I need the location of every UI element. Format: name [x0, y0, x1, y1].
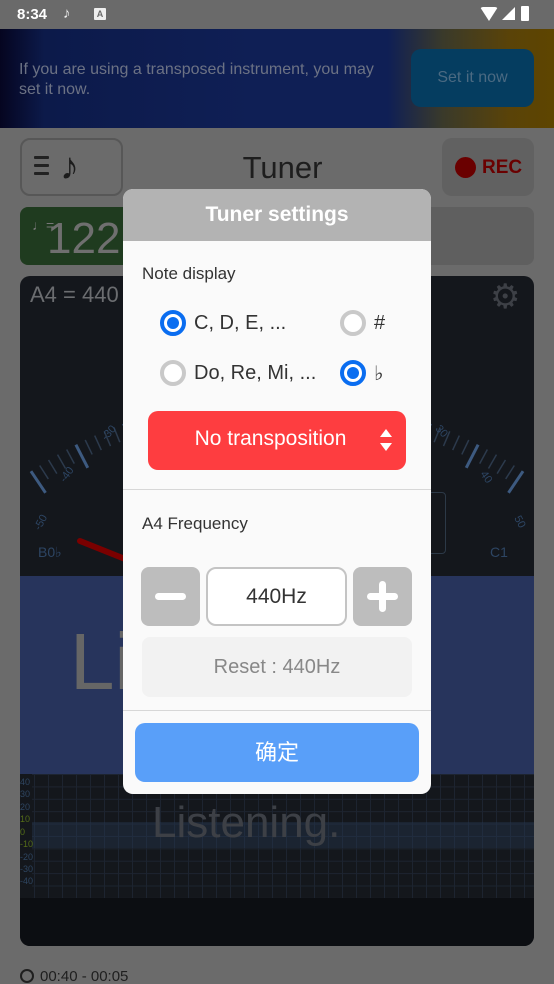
a4-frequency-label: A4 Frequency [142, 514, 248, 533]
gauge-tick [507, 470, 525, 494]
graph-y-axis: 40 30 20 10 0 -10 -20 -30 -40 [20, 774, 34, 898]
radio-solfege-label: Do, Re, Mi, ... [194, 361, 317, 384]
session-timer: 00:40 - 00:05 [20, 968, 128, 984]
gauge-tick [452, 435, 461, 451]
frequency-input[interactable]: 440Hz [206, 567, 347, 626]
gauge-tick [461, 439, 470, 455]
gauge-tick [65, 449, 75, 464]
increase-frequency-button[interactable] [353, 567, 412, 626]
gauge-label-right-40: 40 [478, 469, 495, 486]
note-display-label: Note display [142, 264, 236, 283]
timer-value: 00:40 - 00:05 [40, 968, 129, 984]
tuner-settings-dialog: Tuner settings Note display C, D, E, ...… [123, 189, 431, 794]
gauge-tick [496, 459, 507, 475]
gauge-tick [84, 439, 93, 455]
plus-icon [379, 581, 386, 612]
radio-flat-label: ♭ [374, 362, 384, 385]
updown-arrows-icon [380, 429, 394, 451]
upper-note-label: C1 [490, 544, 508, 560]
decrease-frequency-button[interactable] [141, 567, 200, 626]
listening-status-graph: Listening. [152, 798, 341, 847]
record-button[interactable]: REC [442, 138, 534, 196]
minus-icon [155, 593, 186, 600]
gauge-tick [93, 435, 102, 451]
a4-reference-label: A4 = 440 [30, 282, 119, 307]
radio-letters[interactable]: C, D, E, ... [160, 310, 286, 336]
hamburger-icon [34, 156, 49, 180]
radio-unchecked-icon [160, 360, 186, 386]
radio-checked-icon [340, 360, 366, 386]
radio-flat[interactable]: ♭ [340, 360, 383, 386]
battery-icon [521, 6, 529, 21]
dialog-title: Tuner settings [123, 189, 431, 241]
gauge-tick [505, 465, 515, 480]
panel-footer [20, 898, 534, 946]
transposition-select[interactable]: No transposition [148, 411, 406, 470]
radio-checked-icon [160, 310, 186, 336]
divider [123, 710, 431, 711]
radio-sharp[interactable]: # [340, 310, 385, 336]
radio-sharp-label: # [374, 311, 386, 334]
confirm-button[interactable]: 确定 [135, 723, 419, 782]
transposition-banner: If you are using a transposed instrument… [0, 29, 554, 128]
reset-frequency-button[interactable]: Reset : 440Hz [142, 637, 412, 697]
gear-icon[interactable]: ⚙ [490, 280, 520, 314]
record-label: REC [482, 157, 523, 178]
graph-y-label: 10 [20, 814, 31, 824]
gauge-tick [487, 454, 498, 469]
gauge-tick [56, 454, 67, 469]
banner-message: If you are using a transposed instrument… [19, 61, 374, 98]
radio-unchecked-icon [340, 310, 366, 336]
wifi-icon [480, 7, 498, 21]
lower-note-label: B0♭ [38, 544, 62, 560]
gauge-tick [479, 449, 489, 464]
status-time: 8:34 [17, 6, 48, 23]
page-title: Tuner [242, 150, 323, 185]
graph-y-label: -10 [20, 839, 34, 849]
gauge-label-left-30: -30 [99, 423, 119, 443]
set-it-now-button[interactable]: Set it now [411, 49, 534, 107]
tuner-logo-icon: ♪ [60, 146, 79, 188]
graph-y-label: 30 [20, 789, 31, 799]
tuner-notification-icon: ♪ [63, 5, 71, 22]
signal-icon [502, 7, 515, 20]
gauge-label-right-50: 50 [511, 514, 527, 530]
gauge-tick [29, 470, 47, 494]
gauge-label-left-40: -40 [58, 465, 77, 485]
metronome-bpm[interactable]: ♩= 122 [20, 207, 130, 265]
clock-icon [20, 969, 34, 983]
gauge-label-left-50: -50 [32, 513, 50, 533]
gauge-tick [39, 465, 49, 480]
metronome-controls[interactable] [425, 207, 534, 265]
graph-y-label: 0 [20, 827, 26, 837]
keyboard-notification-icon: A [94, 8, 106, 20]
record-dot-icon [455, 157, 476, 178]
gauge-tick [74, 443, 90, 469]
divider [123, 489, 431, 490]
gauge-tick [47, 459, 58, 475]
radio-solfege[interactable]: Do, Re, Mi, ... [160, 360, 316, 386]
transposition-value: No transposition [194, 427, 347, 450]
graph-y-label: 40 [20, 777, 31, 787]
status-bar: 8:34 ♪ A [0, 0, 554, 29]
bpm-value: 122 [47, 214, 121, 263]
menu-button[interactable]: ♪ [20, 138, 123, 196]
graph-y-label: 20 [20, 802, 31, 812]
graph-y-label: -30 [20, 864, 34, 874]
graph-y-label: -40 [20, 876, 34, 886]
graph-y-label: -20 [20, 852, 34, 862]
radio-letters-label: C, D, E, ... [194, 311, 287, 334]
gauge-tick [464, 443, 480, 469]
